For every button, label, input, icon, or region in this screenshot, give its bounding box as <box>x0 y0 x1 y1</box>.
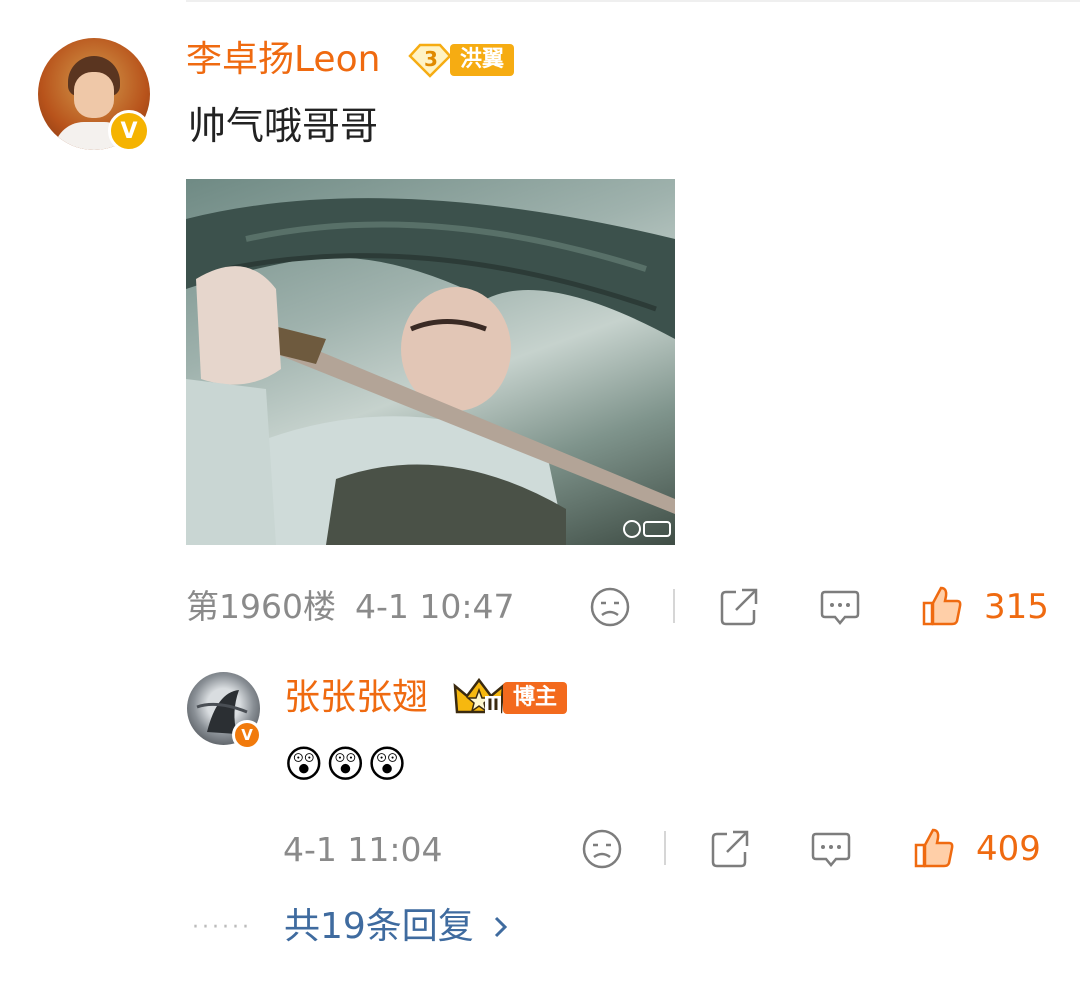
fan-level-number: 3 <box>424 47 438 71</box>
more-replies-label: 共19条回复 <box>284 906 474 947</box>
verified-v-icon: V <box>232 720 262 750</box>
comment-time: 4-1 10:47 <box>355 587 515 626</box>
fan-level-label: 洪翼 <box>450 44 515 76</box>
thumbs-up-icon[interactable] <box>920 584 964 628</box>
reply-username[interactable]: 张张张翅 <box>284 676 428 720</box>
verified-v-icon: V <box>108 110 150 152</box>
like-count: 315 <box>984 587 1049 627</box>
comment-text: 帅气哦哥哥 <box>188 104 379 148</box>
comment-icon[interactable] <box>810 828 852 870</box>
action-separator <box>664 831 666 865</box>
chevron-right-icon <box>494 916 507 938</box>
blogger-label: 博主 <box>503 682 568 714</box>
shocked-emoji: 😲 <box>367 742 407 786</box>
reply-emojis: 😲 😲 😲 <box>284 740 407 788</box>
crown-level: II <box>485 695 501 714</box>
action-separator <box>673 589 675 623</box>
reply-like-count: 409 <box>976 829 1041 869</box>
comment-icon[interactable] <box>819 586 861 628</box>
more-dots: ······ <box>192 915 252 940</box>
share-icon[interactable] <box>709 828 751 870</box>
sad-face-icon[interactable] <box>589 586 631 628</box>
fan-level-badge[interactable]: 3 洪翼 <box>406 42 515 78</box>
blogger-badge[interactable]: II 博主 <box>453 678 568 718</box>
more-replies-link[interactable]: 共19条回复 <box>284 905 516 949</box>
commenter-username[interactable]: 李卓扬Leon <box>186 38 380 82</box>
reply-time: 4-1 11:04 <box>283 830 443 869</box>
top-divider <box>186 0 1080 2</box>
comment-floor: 第1960楼 <box>186 587 336 626</box>
thumbs-up-icon[interactable] <box>912 826 956 870</box>
shocked-emoji: 😲 <box>325 742 366 786</box>
comment-image[interactable] <box>186 179 675 545</box>
share-icon[interactable] <box>718 586 760 628</box>
sad-face-icon[interactable] <box>581 828 623 870</box>
shocked-emoji: 😲 <box>284 742 324 786</box>
